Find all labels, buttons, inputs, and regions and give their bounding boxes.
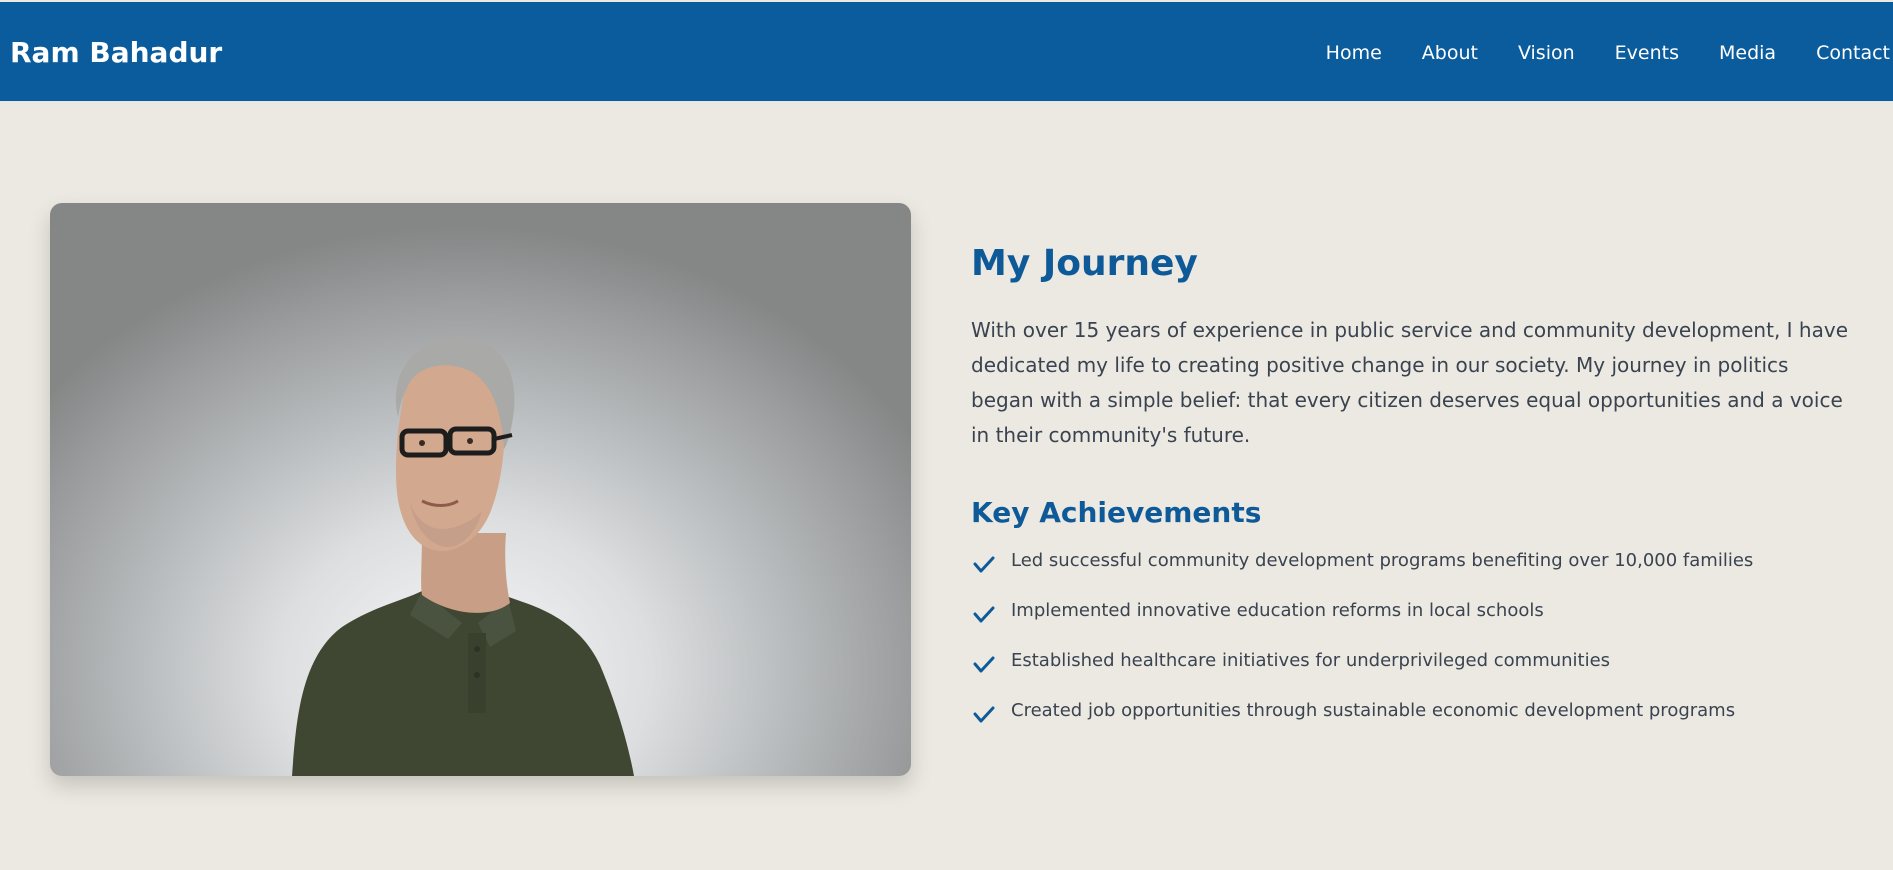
achievement-text: Led successful community development pro…	[1011, 550, 1754, 571]
check-icon	[973, 556, 995, 573]
portrait-illustration	[292, 336, 634, 776]
achievement-item: Created job opportunities through sustai…	[971, 697, 1851, 747]
achievements-title: Key Achievements	[971, 496, 1262, 529]
check-icon	[973, 656, 995, 673]
achievement-item: Led successful community development pro…	[971, 547, 1851, 597]
site-brand[interactable]: Ram Bahadur	[10, 36, 222, 70]
check-icon	[973, 606, 995, 623]
nav-contact-link[interactable]: Contact	[1816, 40, 1890, 66]
site-header: Ram Bahadur Home About Vision Events Med…	[0, 2, 1893, 102]
journey-intro: With over 15 years of experience in publ…	[971, 318, 1848, 447]
nav-home-link[interactable]: Home	[1326, 40, 1382, 66]
achievement-text: Implemented innovative education reforms…	[1011, 600, 1544, 621]
nav-vision-link[interactable]: Vision	[1518, 40, 1575, 66]
journey-title: My Journey	[971, 243, 1198, 284]
achievement-item: Established healthcare initiatives for u…	[971, 647, 1851, 697]
check-icon	[973, 706, 995, 723]
achievement-text: Established healthcare initiatives for u…	[1011, 650, 1611, 671]
achievement-text: Created job opportunities through sustai…	[1011, 700, 1736, 721]
nav-media-link[interactable]: Media	[1719, 40, 1776, 66]
achievements-list: Led successful community development pro…	[971, 547, 1851, 747]
achievement-item: Implemented innovative education reforms…	[971, 597, 1851, 647]
profile-photo	[50, 203, 911, 776]
nav-events-link[interactable]: Events	[1615, 40, 1679, 66]
journey-section: My Journey With over 15 years of experie…	[971, 238, 1851, 747]
main-nav: Home About Vision Events Media Contact	[1286, 40, 1893, 66]
nav-about-link[interactable]: About	[1422, 40, 1478, 66]
